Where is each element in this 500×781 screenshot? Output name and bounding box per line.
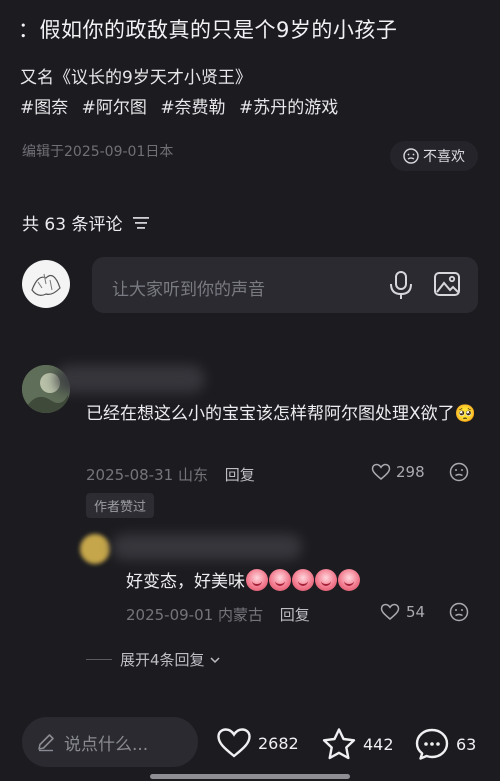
author-liked-badge: 作者赞过 bbox=[86, 493, 155, 518]
heart-icon bbox=[380, 603, 400, 620]
tag-link[interactable]: #图奈 bbox=[20, 98, 68, 118]
dislike-face-icon[interactable] bbox=[449, 462, 469, 486]
reply-button[interactable]: 回复 bbox=[280, 606, 310, 624]
post-tags: #图奈 #阿尔图 #奈费勒 #苏丹的游戏 bbox=[20, 93, 346, 118]
reply-text: 好变态，好美味 bbox=[126, 567, 360, 592]
say-something-input[interactable]: 说点什么... bbox=[22, 717, 198, 767]
tag-link[interactable]: #阿尔图 bbox=[82, 98, 147, 118]
post-meta: 编辑于2025-09-01日本 bbox=[22, 144, 174, 160]
star-icon bbox=[322, 728, 356, 760]
dislike-face-icon[interactable] bbox=[449, 602, 469, 626]
comment-count-label: 共 63 条评论 bbox=[22, 215, 123, 235]
post-comment-count: 63 bbox=[456, 734, 477, 754]
comment-location: 山东 bbox=[177, 466, 208, 484]
like-button[interactable]: 54 bbox=[380, 603, 425, 621]
post-title: ：假如你的政敌真的只是个9岁的小孩子 bbox=[18, 18, 398, 42]
comment-post-button[interactable]: 63 bbox=[414, 727, 476, 761]
drooling-face-icon bbox=[315, 568, 337, 591]
comment-date: 2025-09-01 bbox=[126, 606, 214, 624]
comment-meta: 2025-08-31 山东 回复 bbox=[86, 464, 255, 485]
heart-icon bbox=[217, 728, 251, 758]
comment-text: 已经在想这么小的宝宝该怎样帮阿尔图处理X欲了🥺 bbox=[86, 404, 476, 424]
mic-icon[interactable] bbox=[388, 270, 414, 304]
avatar[interactable] bbox=[22, 260, 70, 308]
tag-link[interactable]: #苏丹的游戏 bbox=[239, 98, 338, 118]
post-subtitle: 又名《议长的9岁天才小贤王》 bbox=[20, 68, 252, 88]
reply-text-content: 好变态，好美味 bbox=[126, 572, 245, 592]
drooling-face-icon bbox=[269, 568, 291, 591]
avatar[interactable] bbox=[80, 534, 110, 564]
commenter-name-blurred bbox=[55, 365, 205, 393]
say-something-placeholder: 说点什么... bbox=[64, 734, 149, 755]
expand-divider bbox=[86, 659, 112, 660]
dislike-button[interactable]: 不喜欢 bbox=[390, 141, 478, 171]
expand-replies-button[interactable]: 展开4条回复 bbox=[120, 649, 221, 670]
chat-icon bbox=[415, 728, 449, 760]
drooling-face-icon bbox=[292, 568, 314, 591]
commenter-name-blurred bbox=[112, 534, 302, 560]
post-favorite-count: 442 bbox=[363, 734, 394, 754]
comment-date: 2025-08-31 bbox=[86, 466, 174, 484]
sort-icon[interactable] bbox=[132, 216, 150, 230]
image-icon[interactable] bbox=[433, 270, 461, 302]
drooling-face-icon bbox=[338, 568, 360, 591]
chevron-down-icon bbox=[210, 656, 220, 663]
expand-replies-label: 展开4条回复 bbox=[120, 651, 205, 669]
reply-button[interactable]: 回复 bbox=[225, 466, 255, 484]
comment-location: 内蒙古 bbox=[217, 606, 263, 624]
dislike-label: 不喜欢 bbox=[423, 149, 465, 165]
like-button[interactable]: 298 bbox=[371, 463, 425, 481]
drooling-face-icon bbox=[246, 568, 268, 591]
heart-icon bbox=[371, 463, 391, 480]
pencil-icon bbox=[38, 734, 54, 752]
post-like-count: 2682 bbox=[258, 733, 299, 753]
like-count: 54 bbox=[406, 603, 426, 621]
dislike-face-icon bbox=[403, 148, 419, 164]
comment-input-placeholder[interactable]: 让大家听到你的声音 bbox=[112, 275, 265, 300]
comment-count: 共 63 条评论 bbox=[22, 210, 150, 235]
like-count: 298 bbox=[396, 463, 425, 481]
home-indicator[interactable] bbox=[150, 774, 350, 779]
tag-link[interactable]: #奈费勒 bbox=[160, 98, 225, 118]
like-post-button[interactable]: 2682 bbox=[216, 727, 299, 759]
comment-meta: 2025-09-01 内蒙古 回复 bbox=[126, 604, 310, 625]
favorite-post-button[interactable]: 442 bbox=[321, 727, 394, 761]
